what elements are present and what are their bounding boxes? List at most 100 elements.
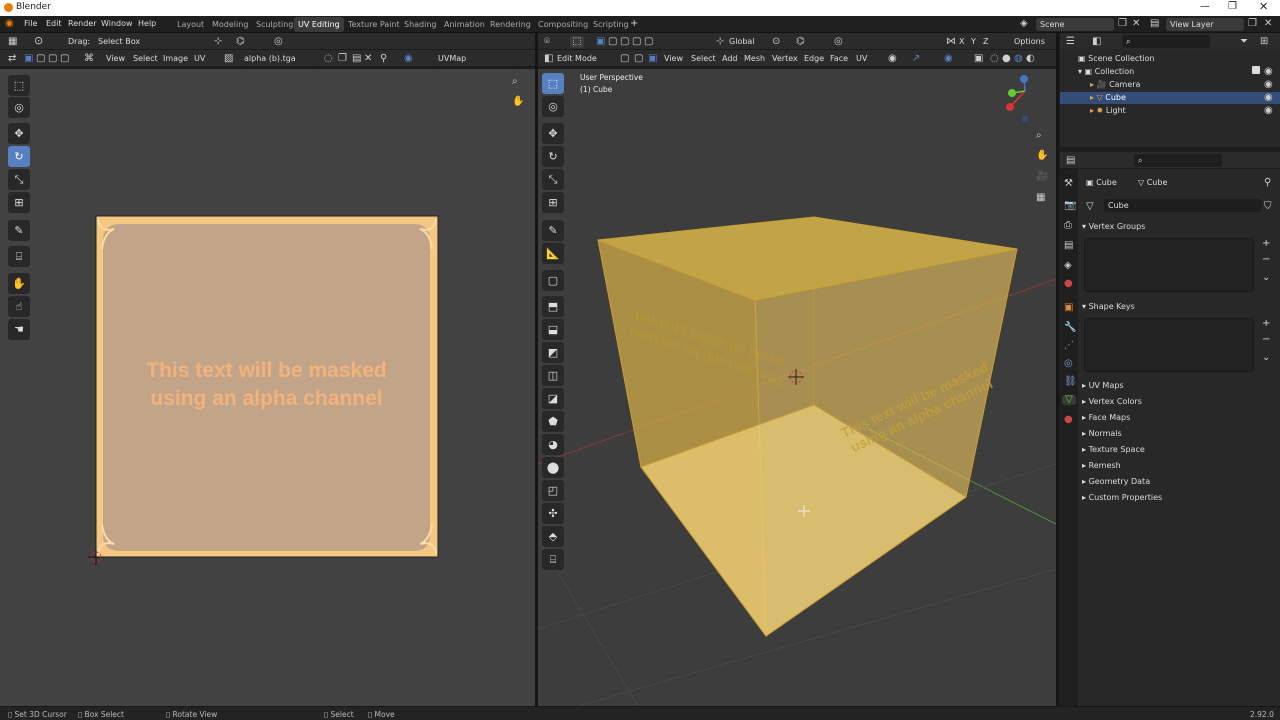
snap-toggle-icon[interactable]: ⌬ (796, 37, 805, 47)
properties-editor-icon[interactable]: ▤ (1066, 156, 1075, 166)
uv-menu-image[interactable]: Image (163, 54, 188, 63)
pin-icon[interactable]: ⚲ (380, 54, 387, 64)
subpanel-geometry-data[interactable]: ▸ Geometry Data (1082, 477, 1150, 486)
select-mode-invert-icon[interactable]: ▢ (632, 37, 641, 47)
particles-tab-icon[interactable]: ⋰ (1064, 341, 1074, 351)
blender-menu-icon[interactable]: ◉ (5, 19, 14, 29)
add-workspace-icon[interactable]: + (630, 19, 638, 29)
tool-knife[interactable]: ◪ (542, 388, 564, 409)
world-tab-icon[interactable]: ● (1064, 279, 1073, 289)
uv-tool-rip[interactable]: ⌸ (8, 246, 30, 267)
light-eye-icon[interactable]: ◉ (1264, 106, 1273, 116)
properties-search-input[interactable]: ⌕ (1134, 154, 1222, 167)
subpanel-uv-maps[interactable]: ▸ UV Maps (1082, 381, 1123, 390)
unlink-image-icon[interactable]: ✕ (364, 54, 372, 64)
edge-select-icon[interactable]: ▢ (36, 54, 45, 64)
remove-vertex-group-icon[interactable]: − (1262, 255, 1270, 265)
vertex-select-icon[interactable]: ▣ (24, 54, 33, 64)
workspace-tab-compositing[interactable]: Compositing (534, 17, 592, 32)
image-browse-icon[interactable]: ▨ (224, 54, 233, 64)
tool-bevel[interactable]: ◩ (542, 342, 564, 363)
select-mode-new-icon[interactable]: ▣ (596, 37, 605, 47)
tool-edge-slide[interactable]: ◰ (542, 480, 564, 501)
output-tab-icon[interactable]: ⎙ (1064, 221, 1072, 231)
viewport-editor-type-icon[interactable]: ⌾ (544, 37, 550, 47)
material-tab-icon[interactable]: ● (1064, 415, 1073, 425)
outliner-item-camera[interactable]: ▸ 🎥 Camera (1090, 80, 1140, 89)
editor-type-icon[interactable]: ▦ (8, 37, 17, 47)
uv-tool-select[interactable]: ⬚ (8, 75, 30, 96)
uv-tool-grab[interactable]: ✋ (8, 273, 30, 294)
workspace-tab-rendering[interactable]: Rendering (486, 17, 535, 32)
vertex-group-menu-icon[interactable]: ⌄ (1262, 273, 1270, 283)
collection-row[interactable]: ▾ ▣ Collection (1078, 67, 1134, 76)
select-mode-extend-icon[interactable]: ▢ (608, 37, 617, 47)
tool-inset[interactable]: ⬓ (542, 319, 564, 340)
add-shape-key-icon[interactable]: + (1262, 319, 1270, 329)
tool-cursor[interactable]: ◎ (542, 96, 564, 117)
axis-x[interactable]: X (959, 37, 964, 46)
uv-tool-cursor[interactable]: ◎ (8, 97, 30, 118)
display-mode-icon[interactable]: ◧ (1092, 37, 1101, 47)
3d-viewport[interactable]: This text will be masked using an alpha … (538, 69, 1056, 706)
shape-keys-list[interactable] (1084, 318, 1254, 372)
subpanel-remesh[interactable]: ▸ Remesh (1082, 461, 1121, 470)
gizmo-x-icon[interactable] (1006, 103, 1014, 111)
sticky-select-icon[interactable]: ⌘ (84, 54, 94, 64)
uv-tool-scale[interactable]: ⤡ (8, 169, 30, 190)
subpanel-normals[interactable]: ▸ Normals (1082, 429, 1122, 438)
close-icon[interactable]: ✕ (1259, 0, 1268, 13)
delete-scene-icon[interactable]: ✕ (1132, 19, 1140, 29)
workspace-tab-texture-paint[interactable]: Texture Paint (344, 17, 404, 32)
viewport-menu-add[interactable]: Add (722, 54, 738, 63)
tool-add-cube[interactable]: ▢ (542, 270, 564, 291)
vertex-groups-panel[interactable]: ▾ Vertex Groups (1082, 222, 1145, 231)
scene-collection-row[interactable]: ▣ Scene Collection (1078, 54, 1155, 63)
ortho-toggle-icon[interactable]: ▦ (1036, 193, 1045, 203)
rendered-shading-icon[interactable]: ◐ (1026, 54, 1035, 64)
constraints-tab-icon[interactable]: ⛓ (1064, 377, 1077, 387)
render-tab-icon[interactable]: 📷 (1064, 201, 1076, 211)
uv-tool-pinch[interactable]: ☚ (8, 319, 30, 340)
view-layer-tab-icon[interactable]: ▤ (1064, 241, 1073, 251)
edge-mode-icon[interactable]: ▢ (634, 54, 643, 64)
outliner-item-light[interactable]: ▸ ✹ Light (1090, 106, 1126, 115)
tool-annotate[interactable]: ✎ (542, 220, 564, 241)
add-vertex-group-icon[interactable]: + (1262, 239, 1270, 249)
tool-smooth[interactable]: ⬤ (542, 457, 564, 478)
axis-y[interactable]: Y (971, 37, 976, 46)
cube-eye-icon[interactable]: ◉ (1264, 93, 1273, 103)
uv-tool-move[interactable]: ✥ (8, 123, 30, 144)
orientation-select[interactable]: Global (729, 37, 755, 46)
outliner-search-input[interactable]: ⌕ (1122, 35, 1210, 48)
remove-shape-key-icon[interactable]: − (1262, 335, 1270, 345)
mesh-browse-icon[interactable]: ▽ (1086, 202, 1094, 212)
tool-poly-build[interactable]: ⬟ (542, 411, 564, 432)
vertex-groups-list[interactable] (1084, 238, 1254, 292)
shape-keys-panel[interactable]: ▾ Shape Keys (1082, 302, 1135, 311)
menu-file[interactable]: File (24, 19, 37, 28)
physics-tab-icon[interactable]: ◎ (1064, 359, 1073, 369)
workspace-tab-shading[interactable]: Shading (400, 17, 441, 32)
zoom-icon[interactable]: ⌕ (512, 77, 518, 87)
viewport-menu-edge[interactable]: Edge (804, 54, 824, 63)
viewport-pan-icon[interactable]: ✋ (1036, 151, 1048, 161)
data-tab-icon[interactable]: ▽ (1062, 395, 1076, 405)
scene-selector[interactable]: Scene (1036, 18, 1114, 31)
tool-shear[interactable]: ⬘ (542, 526, 564, 547)
axis-z[interactable]: Z (983, 37, 988, 46)
vertex-mode-icon[interactable]: ▢ (620, 54, 629, 64)
outliner-item-cube[interactable]: ▸ ▽ Cube (1090, 93, 1126, 102)
workspace-tab-layout[interactable]: Layout (173, 17, 208, 32)
mirror-icon[interactable]: ⋈ (946, 37, 956, 47)
material-shading-icon[interactable]: ◍ (1014, 54, 1023, 64)
fake-user-shield-icon[interactable]: ⛉ (1264, 202, 1272, 212)
tool-rotate[interactable]: ↻ (542, 146, 564, 167)
collection-checkbox[interactable] (1252, 66, 1260, 74)
uv-menu-view[interactable]: View (106, 54, 125, 63)
pan-hand-icon[interactable]: ✋ (512, 97, 524, 107)
viewport-menu-mesh[interactable]: Mesh (744, 54, 765, 63)
tool-rip-region[interactable]: ⌸ (542, 549, 564, 570)
drag-select[interactable]: Select Box (94, 35, 154, 48)
view-layer-selector[interactable]: View Layer (1166, 18, 1244, 31)
